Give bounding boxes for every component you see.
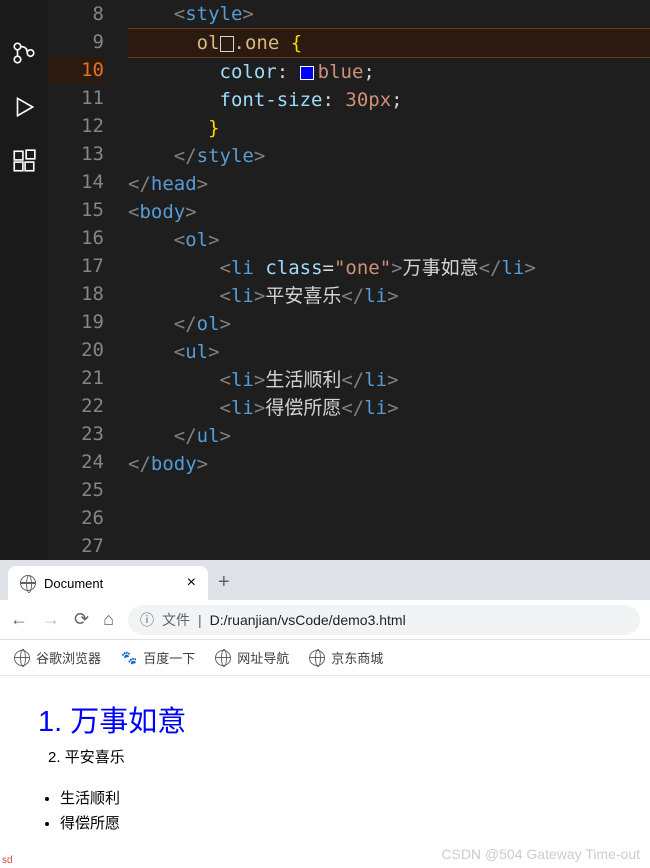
globe-icon	[309, 650, 325, 666]
sd-label: sd	[2, 855, 13, 866]
line-gutter: 8 9 10 11 12 13 14 15 16 17 18 19 20 21 …	[48, 0, 128, 560]
code-editor: 8 9 10 11 12 13 14 15 16 17 18 19 20 21 …	[0, 0, 650, 560]
back-button[interactable]: ←	[10, 609, 28, 630]
ordered-item-2: 2. 平安喜乐	[48, 746, 640, 767]
tab-bar: Document × +	[0, 560, 650, 600]
info-icon: ⓘ	[140, 610, 154, 630]
ordered-item-1: 1. 万事如意	[38, 698, 640, 740]
activity-bar	[0, 0, 48, 560]
list-item: 生活顺利	[60, 787, 640, 808]
unordered-list: 生活顺利 得偿所愿	[60, 787, 640, 833]
close-tab-icon[interactable]: ×	[187, 574, 196, 592]
globe-icon	[20, 575, 36, 591]
bookmarks-bar: 谷歌浏览器 🐾百度一下 网址导航 京东商城	[0, 640, 650, 676]
bookmark-item[interactable]: 网址导航	[215, 648, 289, 667]
reload-button[interactable]: ⟳	[74, 609, 89, 630]
browser-window: Document × + ← → ⟳ ⌂ ⓘ 文件 | D:/ruanjian/…	[0, 560, 650, 868]
browser-toolbar: ← → ⟳ ⌂ ⓘ 文件 | D:/ruanjian/vsCode/demo3.…	[0, 600, 650, 640]
extensions-icon[interactable]	[11, 148, 37, 174]
bookmark-item[interactable]: 谷歌浏览器	[14, 648, 101, 667]
bookmark-item[interactable]: 京东商城	[309, 648, 383, 667]
address-bar[interactable]: ⓘ 文件 | D:/ruanjian/vsCode/demo3.html	[128, 605, 640, 635]
watermark: CSDN @504 Gateway Time-out	[441, 846, 640, 862]
tab-title: Document	[44, 576, 103, 591]
source-control-icon[interactable]	[11, 40, 37, 66]
baidu-icon: 🐾	[121, 650, 137, 666]
address-path: D:/ruanjian/vsCode/demo3.html	[210, 612, 406, 628]
globe-icon	[215, 650, 231, 666]
code-area[interactable]: <style> ol.one { color: blue; font-size:…	[128, 0, 650, 560]
browser-tab[interactable]: Document ×	[8, 566, 208, 600]
new-tab-button[interactable]: +	[208, 565, 240, 600]
globe-icon	[14, 650, 30, 666]
bookmark-item[interactable]: 🐾百度一下	[121, 648, 195, 667]
address-prefix: 文件	[162, 610, 190, 630]
run-debug-icon[interactable]	[11, 94, 37, 120]
page-content: 1. 万事如意 2. 平安喜乐 生活顺利 得偿所愿	[0, 676, 650, 833]
home-button[interactable]: ⌂	[103, 609, 114, 630]
forward-button[interactable]: →	[42, 609, 60, 630]
list-item: 得偿所愿	[60, 812, 640, 833]
